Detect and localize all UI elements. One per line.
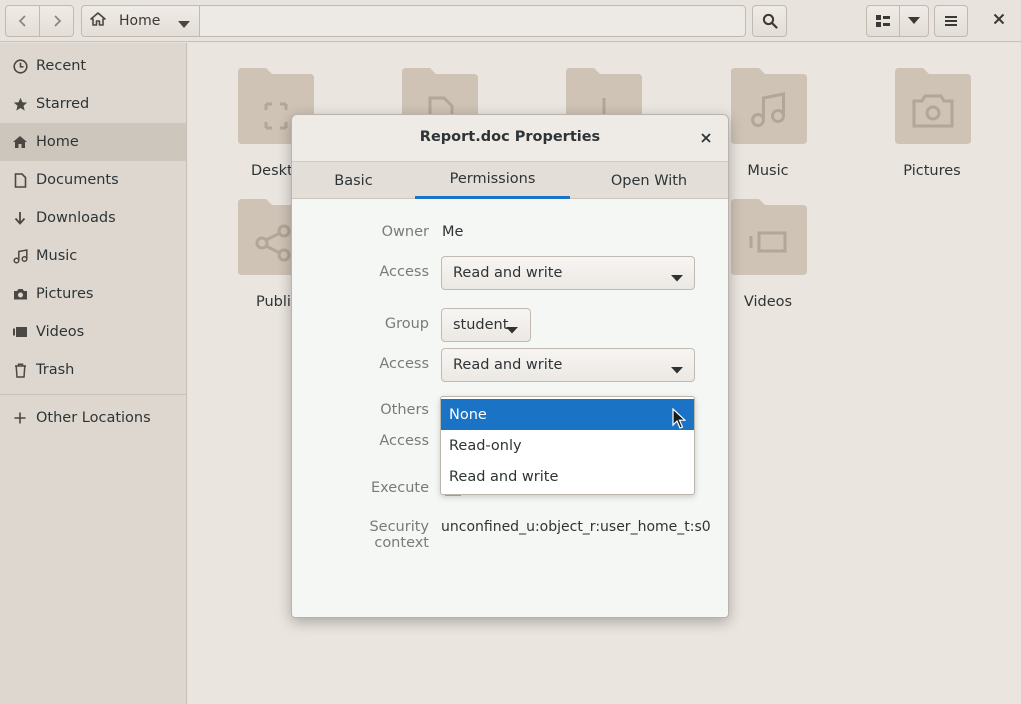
chevron-down-icon [671, 270, 683, 286]
view-mode-button[interactable] [866, 5, 900, 37]
tab-permissions[interactable]: Permissions [415, 162, 570, 199]
dialog-title: Report.doc Properties [419, 129, 601, 145]
search-icon [762, 13, 778, 29]
others-access-popup: None Read-only Read and write [440, 396, 695, 495]
close-icon [701, 131, 711, 147]
group-value: student [453, 317, 509, 333]
path-home-button[interactable]: Home [82, 6, 200, 36]
home-icon [12, 134, 28, 150]
sidebar-item-recent[interactable]: Recent [0, 47, 186, 85]
owner-access-value: Read and write [453, 265, 563, 281]
star-icon [12, 96, 28, 112]
list-view-icon [876, 15, 890, 27]
sidebar-item-home[interactable]: Home [0, 123, 186, 161]
chevron-down-icon [178, 17, 190, 33]
group-access-combo[interactable]: Read and write [441, 348, 695, 382]
forward-button[interactable] [39, 5, 74, 37]
chevron-right-icon [52, 14, 62, 28]
dialog-close-button[interactable] [696, 129, 716, 149]
sidebar-item-label: Starred [36, 96, 90, 112]
sidebar-item-music[interactable]: Music [0, 237, 186, 275]
main-menu-button[interactable] [934, 5, 968, 37]
owner-access-combo[interactable]: Read and write [441, 256, 695, 290]
window-close-button[interactable] [984, 5, 1014, 37]
search-button[interactable] [752, 5, 787, 37]
popup-option-read-only[interactable]: Read-only [441, 430, 694, 461]
folder-name: Pictures [903, 163, 961, 179]
close-icon [993, 13, 1005, 29]
sidebar-item-label: Downloads [36, 210, 116, 226]
chevron-left-icon [18, 14, 28, 28]
group-combo[interactable]: student [441, 308, 531, 342]
sidebar-item-label: Pictures [36, 286, 94, 302]
download-icon [12, 210, 28, 226]
folder-icon [895, 68, 971, 144]
chevron-down-icon [908, 17, 920, 25]
owner-access-label: Access [379, 264, 429, 280]
document-icon [12, 172, 28, 188]
folder-icon [731, 68, 807, 144]
group-access-value: Read and write [453, 357, 563, 373]
chevron-down-icon [506, 322, 518, 338]
tab-open-with[interactable]: Open With [570, 162, 728, 199]
popup-option-read-and-write[interactable]: Read and write [441, 461, 694, 492]
home-icon [90, 12, 106, 30]
plus-icon [12, 410, 28, 426]
sidebar-item-pictures[interactable]: Pictures [0, 275, 186, 313]
header-bar: Home [0, 0, 1021, 42]
dialog-tabs: Basic Permissions Open With [292, 161, 728, 199]
sidebar-item-label: Home [36, 134, 79, 150]
folder-pictures[interactable]: Pictures [862, 66, 1002, 186]
sidebar-item-downloads[interactable]: Downloads [0, 199, 186, 237]
folder-icon [731, 199, 807, 275]
popup-option-none[interactable]: None [441, 399, 694, 430]
path-bar[interactable]: Home [81, 5, 746, 37]
camera-icon [12, 286, 28, 302]
group-access-label: Access [379, 356, 429, 372]
dialog-title-bar: Report.doc Properties [292, 115, 728, 161]
security-context-value: unconfined_u:object_r:user_home_t:s0 [441, 519, 711, 535]
sidebar-item-label: Music [36, 248, 78, 264]
sidebar-item-label: Other Locations [36, 410, 151, 426]
sidebar: Recent Starred Home Documents Downloads … [0, 43, 187, 704]
owner-value: Me [442, 224, 464, 240]
owner-label: Owner [381, 224, 429, 240]
back-button[interactable] [5, 5, 40, 37]
trash-icon [12, 362, 28, 378]
sidebar-item-label: Documents [36, 172, 119, 188]
sidebar-item-videos[interactable]: Videos [0, 313, 186, 351]
sidebar-separator [0, 394, 186, 395]
sidebar-item-label: Trash [36, 362, 75, 378]
sidebar-item-trash[interactable]: Trash [0, 351, 186, 389]
path-home-label: Home [119, 13, 161, 29]
hamburger-icon [945, 15, 957, 27]
mouse-pointer-icon [672, 408, 686, 429]
sidebar-item-documents[interactable]: Documents [0, 161, 186, 199]
view-options-button[interactable] [899, 5, 929, 37]
others-access-label: Access [379, 433, 429, 449]
clock-icon [12, 58, 28, 74]
sidebar-item-label: Recent [36, 58, 87, 74]
sidebar-item-label: Videos [36, 324, 85, 340]
execute-label: Execute [371, 480, 429, 496]
tab-basic[interactable]: Basic [292, 162, 415, 199]
sidebar-item-starred[interactable]: Starred [0, 85, 186, 123]
others-label: Others [380, 402, 429, 418]
properties-dialog: Report.doc Properties Basic Permissions … [291, 114, 729, 618]
sidebar-item-other-locations[interactable]: Other Locations [0, 399, 186, 437]
chevron-down-icon [671, 362, 683, 378]
video-icon [12, 324, 28, 340]
group-label: Group [384, 316, 429, 332]
security-context-label: Security context [369, 519, 429, 551]
music-icon [12, 248, 28, 264]
